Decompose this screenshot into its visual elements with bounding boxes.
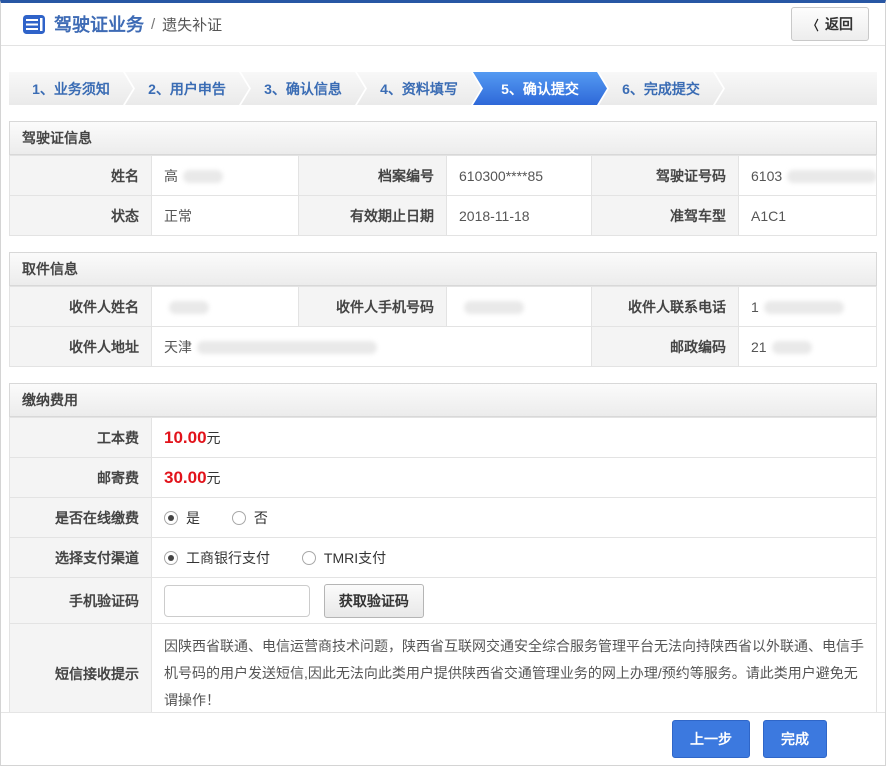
vehicle-class-value: A1C1	[739, 196, 877, 236]
postcode-label: 邮政编码	[592, 327, 739, 367]
payment-section: 缴纳费用 工本费 10.00元 邮寄费 30.00元 是否在线缴费 是 否	[9, 383, 877, 724]
recipient-mobile-value	[447, 287, 592, 327]
redaction-blur	[183, 170, 223, 183]
expiry-value: 2018-11-18	[447, 196, 592, 236]
postage-fee-unit: 元	[207, 470, 221, 486]
table-row: 状态 正常 有效期止日期 2018-11-18 准驾车型 A1C1	[10, 196, 877, 236]
license-number-label: 驾驶证号码	[592, 156, 739, 196]
recipient-mobile-label: 收件人手机号码	[299, 287, 447, 327]
footer-action-bar: 上一步 完成	[1, 712, 885, 765]
sms-notice-label: 短信接收提示	[10, 624, 152, 724]
table-row: 收件人姓名 收件人手机号码 收件人联系电话 1	[10, 287, 877, 327]
delivery-section-title: 取件信息	[9, 252, 877, 286]
radio-unselected-icon	[302, 551, 316, 565]
page: 驾驶证业务 / 遗失补证 〈 返回 1、业务须知 2、用户申告 3、确认信息 4…	[0, 0, 886, 766]
table-row: 姓名 高 档案编号 610300****85 驾驶证号码 6103	[10, 156, 877, 196]
base-fee-unit: 元	[207, 430, 221, 446]
license-section-title: 驾驶证信息	[9, 121, 877, 155]
radio-channel-icbc[interactable]: 工商银行支付	[164, 548, 270, 568]
tab-step-1[interactable]: 1、业务须知	[9, 72, 133, 105]
status-value: 正常	[152, 196, 299, 236]
table-row: 选择支付渠道 工商银行支付 TMRI支付	[10, 538, 877, 578]
finish-button[interactable]: 完成	[763, 720, 827, 758]
base-fee-amount: 10.00	[164, 428, 207, 447]
recipient-phone-value: 1	[739, 287, 877, 327]
header: 驾驶证业务 / 遗失补证 〈 返回	[1, 3, 885, 46]
license-info-table: 姓名 高 档案编号 610300****85 驾驶证号码 6103 状态 正常 …	[9, 155, 877, 236]
sms-code-label: 手机验证码	[10, 578, 152, 624]
tab-bar-filler	[715, 72, 877, 105]
table-row: 是否在线缴费 是 否	[10, 498, 877, 538]
postage-fee-value: 30.00元	[152, 458, 877, 498]
radio-selected-icon	[164, 551, 178, 565]
radio-channel-tmri[interactable]: TMRI支付	[302, 548, 386, 568]
redaction-blur	[169, 301, 209, 314]
postage-fee-amount: 30.00	[164, 468, 207, 487]
table-row: 短信接收提示 因陕西省联通、电信运营商技术问题，陕西省互联网交通安全综合服务管理…	[10, 624, 877, 724]
base-fee-label: 工本费	[10, 418, 152, 458]
table-row: 收件人地址 天津 邮政编码 21	[10, 327, 877, 367]
online-pay-options: 是 否	[152, 498, 877, 538]
page-title: 驾驶证业务	[54, 11, 144, 37]
sms-notice-text: 因陕西省联通、电信运营商技术问题，陕西省互联网交通安全综合服务管理平台无法向持陕…	[152, 624, 877, 724]
back-button-label: 返回	[825, 14, 853, 34]
recipient-name-value	[152, 287, 299, 327]
get-sms-code-button[interactable]: 获取验证码	[324, 584, 424, 618]
recipient-address-label: 收件人地址	[10, 327, 152, 367]
file-number-value: 610300****85	[447, 156, 592, 196]
redaction-blur	[787, 170, 876, 183]
table-row: 工本费 10.00元	[10, 418, 877, 458]
vehicle-class-label: 准驾车型	[592, 196, 739, 236]
radio-online-yes[interactable]: 是	[164, 508, 200, 528]
table-row: 邮寄费 30.00元	[10, 458, 877, 498]
postage-fee-label: 邮寄费	[10, 458, 152, 498]
step-tabs: 1、业务须知 2、用户申告 3、确认信息 4、资料填写 5、确认提交 6、完成提…	[9, 72, 877, 105]
sms-code-input[interactable]	[164, 585, 310, 617]
tab-step-5-active[interactable]: 5、确认提交	[473, 72, 607, 105]
expiry-label: 有效期止日期	[299, 196, 447, 236]
chevron-left-icon: 〈	[808, 15, 818, 34]
pay-channel-options: 工商银行支付 TMRI支付	[152, 538, 877, 578]
postcode-value: 21	[739, 327, 877, 367]
redaction-blur	[764, 301, 844, 314]
redaction-blur	[197, 341, 377, 354]
tab-step-2[interactable]: 2、用户申告	[125, 72, 249, 105]
license-info-section: 驾驶证信息 姓名 高 档案编号 610300****85 驾驶证号码 6103 …	[9, 121, 877, 236]
tab-step-6[interactable]: 6、完成提交	[599, 72, 723, 105]
tab-step-4[interactable]: 4、资料填写	[357, 72, 481, 105]
status-label: 状态	[10, 196, 152, 236]
breadcrumb-current: 遗失补证	[162, 14, 222, 35]
tab-step-3[interactable]: 3、确认信息	[241, 72, 365, 105]
delivery-info-section: 取件信息 收件人姓名 收件人手机号码 收件人联系电话 1 收件人地址 天津 邮政…	[9, 252, 877, 367]
previous-step-button[interactable]: 上一步	[672, 720, 750, 758]
delivery-info-table: 收件人姓名 收件人手机号码 收件人联系电话 1 收件人地址 天津 邮政编码 21	[9, 286, 877, 367]
recipient-name-label: 收件人姓名	[10, 287, 152, 327]
recipient-phone-label: 收件人联系电话	[592, 287, 739, 327]
online-pay-label: 是否在线缴费	[10, 498, 152, 538]
license-form-icon	[23, 15, 45, 34]
recipient-address-value: 天津	[152, 327, 592, 367]
breadcrumb-separator: /	[151, 16, 155, 33]
sms-code-field: 获取验证码	[152, 578, 877, 624]
name-value: 高	[152, 156, 299, 196]
license-number-value: 6103	[739, 156, 877, 196]
file-number-label: 档案编号	[299, 156, 447, 196]
back-button[interactable]: 〈 返回	[791, 7, 869, 41]
table-row: 手机验证码 获取验证码	[10, 578, 877, 624]
radio-selected-icon	[164, 511, 178, 525]
redaction-blur	[772, 341, 812, 354]
redaction-blur	[464, 301, 524, 314]
name-label: 姓名	[10, 156, 152, 196]
base-fee-value: 10.00元	[152, 418, 877, 458]
radio-unselected-icon	[232, 511, 246, 525]
payment-section-title: 缴纳费用	[9, 383, 877, 417]
radio-online-no[interactable]: 否	[232, 508, 268, 528]
pay-channel-label: 选择支付渠道	[10, 538, 152, 578]
payment-table: 工本费 10.00元 邮寄费 30.00元 是否在线缴费 是 否 选择支付渠道	[9, 417, 877, 724]
